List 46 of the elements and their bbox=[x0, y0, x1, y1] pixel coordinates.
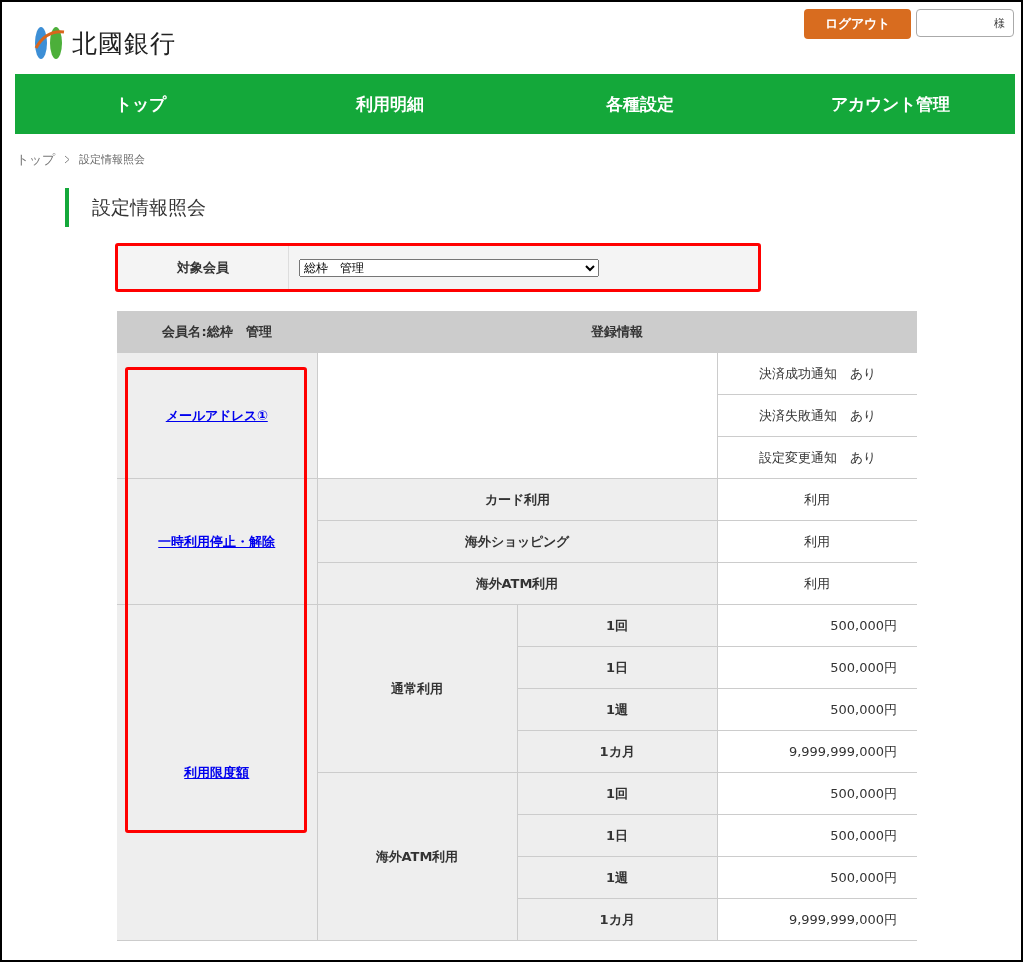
table-header: 登録情報 bbox=[317, 311, 917, 353]
page-title: 設定情報照会 bbox=[65, 188, 1021, 227]
chevron-icon bbox=[64, 155, 70, 164]
breadcrumb-item[interactable]: トップ bbox=[16, 150, 55, 169]
table-cell: 決済失敗通知 あり bbox=[717, 394, 917, 437]
nav-item[interactable]: トップ bbox=[15, 74, 265, 134]
table-cell: 9,999,999,000円 bbox=[717, 898, 917, 941]
table-cell: 500,000円 bbox=[717, 856, 917, 899]
current-page-label: 設定情報照会 bbox=[79, 152, 145, 167]
member-select[interactable]: 総枠 管理 bbox=[299, 258, 599, 277]
table-cell: 500,000円 bbox=[717, 646, 917, 689]
logout-button[interactable]: ログアウト bbox=[804, 9, 911, 39]
table-cell: 500,000円 bbox=[717, 688, 917, 731]
table-header: 会員名:総枠 管理 bbox=[117, 311, 317, 353]
table-cell: 1カ月 bbox=[517, 898, 717, 941]
nav-item[interactable]: 利用明細 bbox=[265, 74, 515, 134]
table-cell: 1日 bbox=[517, 814, 717, 857]
table-cell: 1カ月 bbox=[517, 730, 717, 773]
table-cell: 海外ATM利用 bbox=[317, 562, 717, 605]
table-cell: 利用 bbox=[717, 520, 917, 563]
table-cell: 海外ショッピング bbox=[317, 520, 717, 563]
nav-item[interactable]: 各種設定 bbox=[515, 74, 765, 134]
table-cell: 通常利用 bbox=[317, 604, 517, 773]
email-link[interactable]: メールアドレス① bbox=[165, 407, 268, 423]
table-cell: 利用 bbox=[717, 562, 917, 605]
table-cell: 500,000円 bbox=[717, 604, 917, 647]
table-cell: 1日 bbox=[517, 646, 717, 689]
table-cell: 利用 bbox=[717, 478, 917, 521]
limit-link[interactable]: 利用限度額 bbox=[184, 764, 250, 780]
nav-item[interactable]: アカウント管理 bbox=[765, 74, 1015, 134]
table-cell: 500,000円 bbox=[717, 814, 917, 857]
table-cell: 決済成功通知 あり bbox=[717, 352, 917, 395]
suspend-link[interactable]: 一時利用停止・解除 bbox=[158, 533, 276, 549]
member-select-label: 対象会員 bbox=[118, 246, 289, 289]
table-cell: 9,999,999,000円 bbox=[717, 730, 917, 773]
table-cell: 500,000円 bbox=[717, 772, 917, 815]
table-cell: カード利用 bbox=[317, 478, 717, 521]
table-cell: 1週 bbox=[517, 856, 717, 899]
table-cell: 海外ATM利用 bbox=[317, 772, 517, 941]
table-cell: 1回 bbox=[517, 604, 717, 647]
bank-name: 北國銀行 bbox=[72, 27, 176, 60]
table-cell: 1週 bbox=[517, 688, 717, 731]
table-cell: 1回 bbox=[517, 772, 717, 815]
table-cell: 設定変更通知 あり bbox=[717, 436, 917, 479]
logo-icon bbox=[32, 26, 66, 60]
user-name-box: 様 bbox=[916, 9, 1014, 37]
